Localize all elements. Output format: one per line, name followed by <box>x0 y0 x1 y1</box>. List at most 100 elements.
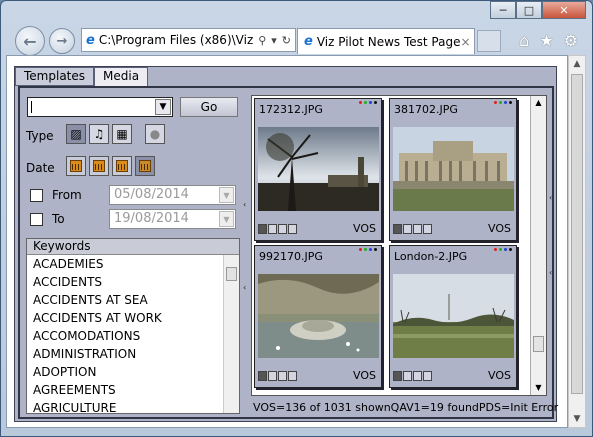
media-thumbnail[interactable] <box>393 274 514 358</box>
media-scrollbar[interactable]: ▲ ▼ <box>530 96 546 395</box>
calendar-range-icon[interactable] <box>135 156 155 176</box>
forward-button[interactable]: → <box>49 28 75 54</box>
media-card[interactable]: London-2.JPG VOS <box>389 245 517 388</box>
tab-close-icon[interactable]: × <box>460 35 470 49</box>
media-thumbnail[interactable] <box>258 127 379 211</box>
list-item[interactable]: AGREEMENTS <box>27 381 239 399</box>
keywords-scrollbar[interactable] <box>223 255 239 413</box>
image-icon <box>258 371 267 381</box>
left-splitter[interactable]: ‹ ‹ <box>242 88 250 417</box>
list-item[interactable]: ACCIDENTS <box>27 273 239 291</box>
collapse-left-icon[interactable]: ‹ <box>243 200 249 209</box>
from-checkbox[interactable] <box>30 189 43 202</box>
list-item[interactable]: AGRICULTURE <box>27 399 239 413</box>
audio-icon <box>403 371 412 381</box>
media-card[interactable]: 381702.JPG VOS <box>389 98 517 241</box>
keywords-list[interactable]: Keywords ACADEMIES ACCIDENTS ACCIDENTS A… <box>26 238 240 414</box>
tab-title: Viz Pilot News Test Page <box>316 34 461 49</box>
scroll-down-icon[interactable]: ▼ <box>531 381 546 395</box>
calendar-day-icon[interactable] <box>66 156 86 176</box>
from-label: From <box>52 188 82 202</box>
text-cursor <box>31 101 32 113</box>
status-dots <box>494 101 512 104</box>
media-card[interactable]: 172312.JPG VOS <box>254 98 382 241</box>
minimize-button[interactable]: ─ <box>490 1 516 19</box>
scroll-up-icon[interactable]: ▲ <box>569 56 585 72</box>
media-thumbnail[interactable] <box>258 274 379 358</box>
audio-type-icon[interactable]: ♫ <box>89 124 109 144</box>
page-scroll-thumb[interactable] <box>571 74 583 394</box>
image-icon <box>393 224 402 234</box>
tab-templates[interactable]: Templates <box>15 67 95 86</box>
media-panel: ▼ Go Type ▨ ♫ ▦ ● Date From 05/08/2014 ▼… <box>18 86 558 419</box>
window-controls: ─ □ ✕ <box>490 1 586 19</box>
audio-icon <box>268 224 277 234</box>
image-icon <box>393 371 402 381</box>
person-type-icon[interactable]: ● <box>145 124 165 144</box>
back-button[interactable]: ← <box>15 26 45 56</box>
refresh-icon[interactable]: ↻ <box>282 34 291 47</box>
status-dots <box>359 248 377 251</box>
media-card[interactable]: 992170.JPG VOS <box>254 245 382 388</box>
to-date-value: 19/08/2014 <box>114 211 189 226</box>
calendar-week-icon[interactable] <box>89 156 109 176</box>
list-item[interactable]: ACADEMIES <box>27 255 239 273</box>
to-checkbox[interactable] <box>30 213 43 226</box>
media-thumbnail[interactable] <box>393 127 514 211</box>
person-icon <box>423 224 432 234</box>
new-tab-button[interactable] <box>477 30 501 52</box>
media-filename: London-2.JPG <box>394 250 468 263</box>
close-window-button[interactable]: ✕ <box>542 1 586 19</box>
forward-arrow-icon: → <box>56 33 68 49</box>
date-label: Date <box>26 161 55 175</box>
chevron-down-icon[interactable]: ▼ <box>155 99 171 115</box>
to-date-field[interactable]: 19/08/2014 ▼ <box>109 209 236 229</box>
ie-page-icon: e <box>86 32 95 48</box>
status-pds: PDS=Init Error <box>478 401 559 414</box>
video-type-icon[interactable]: ▦ <box>112 124 132 144</box>
address-text: C:\Program Files (x86)\Viz <box>98 33 254 47</box>
collapse-left-icon[interactable]: ‹ <box>243 283 249 292</box>
calendar-month-icon[interactable] <box>112 156 132 176</box>
address-bar[interactable]: e C:\Program Files (x86)\Viz ⚲ ▾ ↻ <box>81 28 296 52</box>
list-item[interactable]: ADMINISTRATION <box>27 345 239 363</box>
list-item[interactable]: ADOPTION <box>27 363 239 381</box>
audio-icon <box>268 371 277 381</box>
image-icon <box>258 224 267 234</box>
media-filename: 172312.JPG <box>259 103 323 116</box>
keywords-scroll-thumb[interactable] <box>226 267 237 281</box>
right-splitter[interactable]: ‹ ‹ <box>548 88 556 417</box>
media-filename: 381702.JPG <box>394 103 458 116</box>
status-dots <box>359 101 377 104</box>
list-item[interactable]: ACCOMODATIONS <box>27 327 239 345</box>
list-item[interactable]: ACCIDENTS AT SEA <box>27 291 239 309</box>
page-scrollbar[interactable]: ▲ ▼ <box>568 55 586 428</box>
back-arrow-icon: ← <box>23 31 37 51</box>
list-item[interactable]: ACCIDENTS AT WORK <box>27 309 239 327</box>
collapse-right-icon[interactable]: ‹ <box>549 193 555 202</box>
settings-gear-icon[interactable]: ⚙ <box>564 31 578 50</box>
favorites-star-icon[interactable]: ★ <box>539 31 553 50</box>
person-icon <box>288 371 297 381</box>
tab-media[interactable]: Media <box>94 67 149 86</box>
scroll-down-icon[interactable]: ▼ <box>569 411 585 427</box>
home-icon[interactable]: ⌂ <box>519 31 529 50</box>
person-icon <box>288 224 297 234</box>
image-type-icon[interactable]: ▨ <box>66 124 86 144</box>
dropdown-icon[interactable]: ▾ <box>271 34 277 47</box>
video-icon <box>413 224 422 234</box>
collapse-right-icon[interactable]: ‹ <box>549 268 555 277</box>
from-date-field[interactable]: 05/08/2014 ▼ <box>109 185 236 205</box>
from-chevron-down-icon[interactable]: ▼ <box>219 187 234 203</box>
media-scroll-thumb[interactable] <box>533 336 544 352</box>
maximize-button[interactable]: □ <box>516 1 542 19</box>
search-icon[interactable]: ⚲ <box>258 34 266 47</box>
keywords-header: Keywords <box>27 239 239 255</box>
go-button[interactable]: Go <box>180 97 238 117</box>
browser-tab[interactable]: e Viz Pilot News Test Page × <box>297 28 475 54</box>
to-chevron-down-icon[interactable]: ▼ <box>219 211 234 227</box>
from-date-value: 05/08/2014 <box>114 187 189 202</box>
scroll-up-icon[interactable]: ▲ <box>531 96 546 110</box>
search-combobox[interactable]: ▼ <box>27 97 173 117</box>
status-bar: VOS=136 of 1031 shown QAV1=19 found PDS=… <box>253 401 558 414</box>
